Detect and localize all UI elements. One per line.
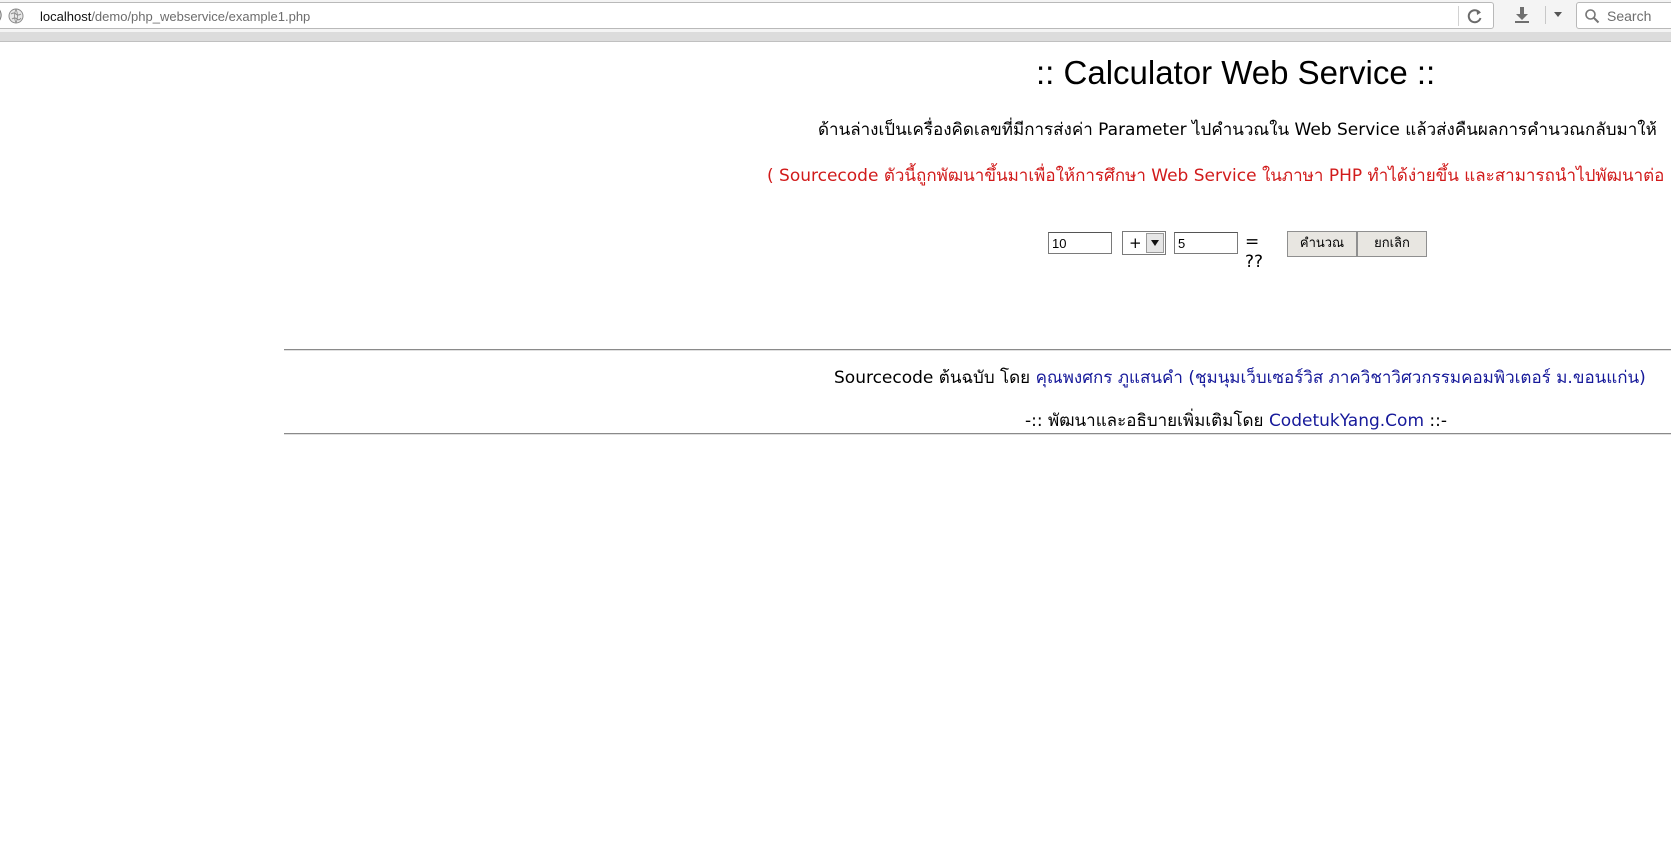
- operator-value: +: [1129, 234, 1142, 252]
- author-link[interactable]: คุณพงศกร ภูแสนคำ (ชุมนุมเว็บเซอร์วิส ภาค…: [1036, 368, 1646, 388]
- site-link[interactable]: CodetukYang.Com: [1269, 411, 1424, 431]
- page-title: :: Calculator Web Service ::: [1036, 54, 1436, 91]
- toolbar-separator: [1545, 6, 1546, 24]
- url-host: localhost: [40, 9, 92, 24]
- browser-navbar: ) localhost/demo/php_webservice/example1…: [0, 0, 1671, 33]
- cancel-button[interactable]: ยกเลิก: [1357, 231, 1427, 257]
- search-placeholder: Search: [1607, 8, 1652, 24]
- url-path: /demo/php_webservice/example1.php: [91, 9, 311, 24]
- chevron-down-icon: [1151, 240, 1159, 246]
- divider-top: [284, 349, 1671, 351]
- number2-input[interactable]: [1174, 232, 1238, 254]
- download-icon[interactable]: [1513, 6, 1531, 24]
- developer-line: -:: พัฒนาและอธิบายเพิ่มเติมโดย CodetukYa…: [1025, 407, 1447, 434]
- url-separator: [1458, 6, 1459, 26]
- search-bar[interactable]: Search: [1576, 2, 1671, 29]
- number1-input[interactable]: [1048, 232, 1112, 254]
- globe-icon: [8, 8, 24, 24]
- search-icon: [1585, 9, 1600, 24]
- url-text[interactable]: localhost/demo/php_webservice/example1.p…: [40, 9, 310, 24]
- developer-suffix: ::-: [1429, 411, 1448, 431]
- select-arrow-button[interactable]: [1146, 233, 1164, 253]
- operator-select[interactable]: +: [1122, 231, 1166, 255]
- divider-bottom: [284, 433, 1671, 435]
- page-description: ด้านล่างเป็นเครื่องคิดเลขที่มีการส่งค่า …: [818, 120, 1657, 140]
- toolbar-bottom-strip: [0, 32, 1671, 42]
- chevron-down-icon[interactable]: [1552, 8, 1564, 20]
- credit-line: Sourcecode ต้นฉบับ โดย คุณพงศกร ภูแสนคำ …: [834, 364, 1646, 391]
- result-text: = ??: [1245, 232, 1264, 272]
- url-bar[interactable]: ) localhost/demo/php_webservice/example1…: [0, 2, 1494, 29]
- page-content: :: Calculator Web Service :: ด้านล่างเป็…: [0, 42, 1671, 864]
- reload-icon[interactable]: [1466, 7, 1484, 25]
- page-note: ( Sourcecode ตัวนี้ถูกพัฒนาขึ้นมาเพื่อให…: [767, 166, 1665, 186]
- credit-prefix: Sourcecode ต้นฉบับ โดย: [834, 368, 1031, 388]
- back-button-edge[interactable]: ): [0, 8, 3, 22]
- calculate-button[interactable]: คำนวณ: [1287, 231, 1357, 257]
- developer-prefix: -:: พัฒนาและอธิบายเพิ่มเติมโดย: [1025, 411, 1264, 431]
